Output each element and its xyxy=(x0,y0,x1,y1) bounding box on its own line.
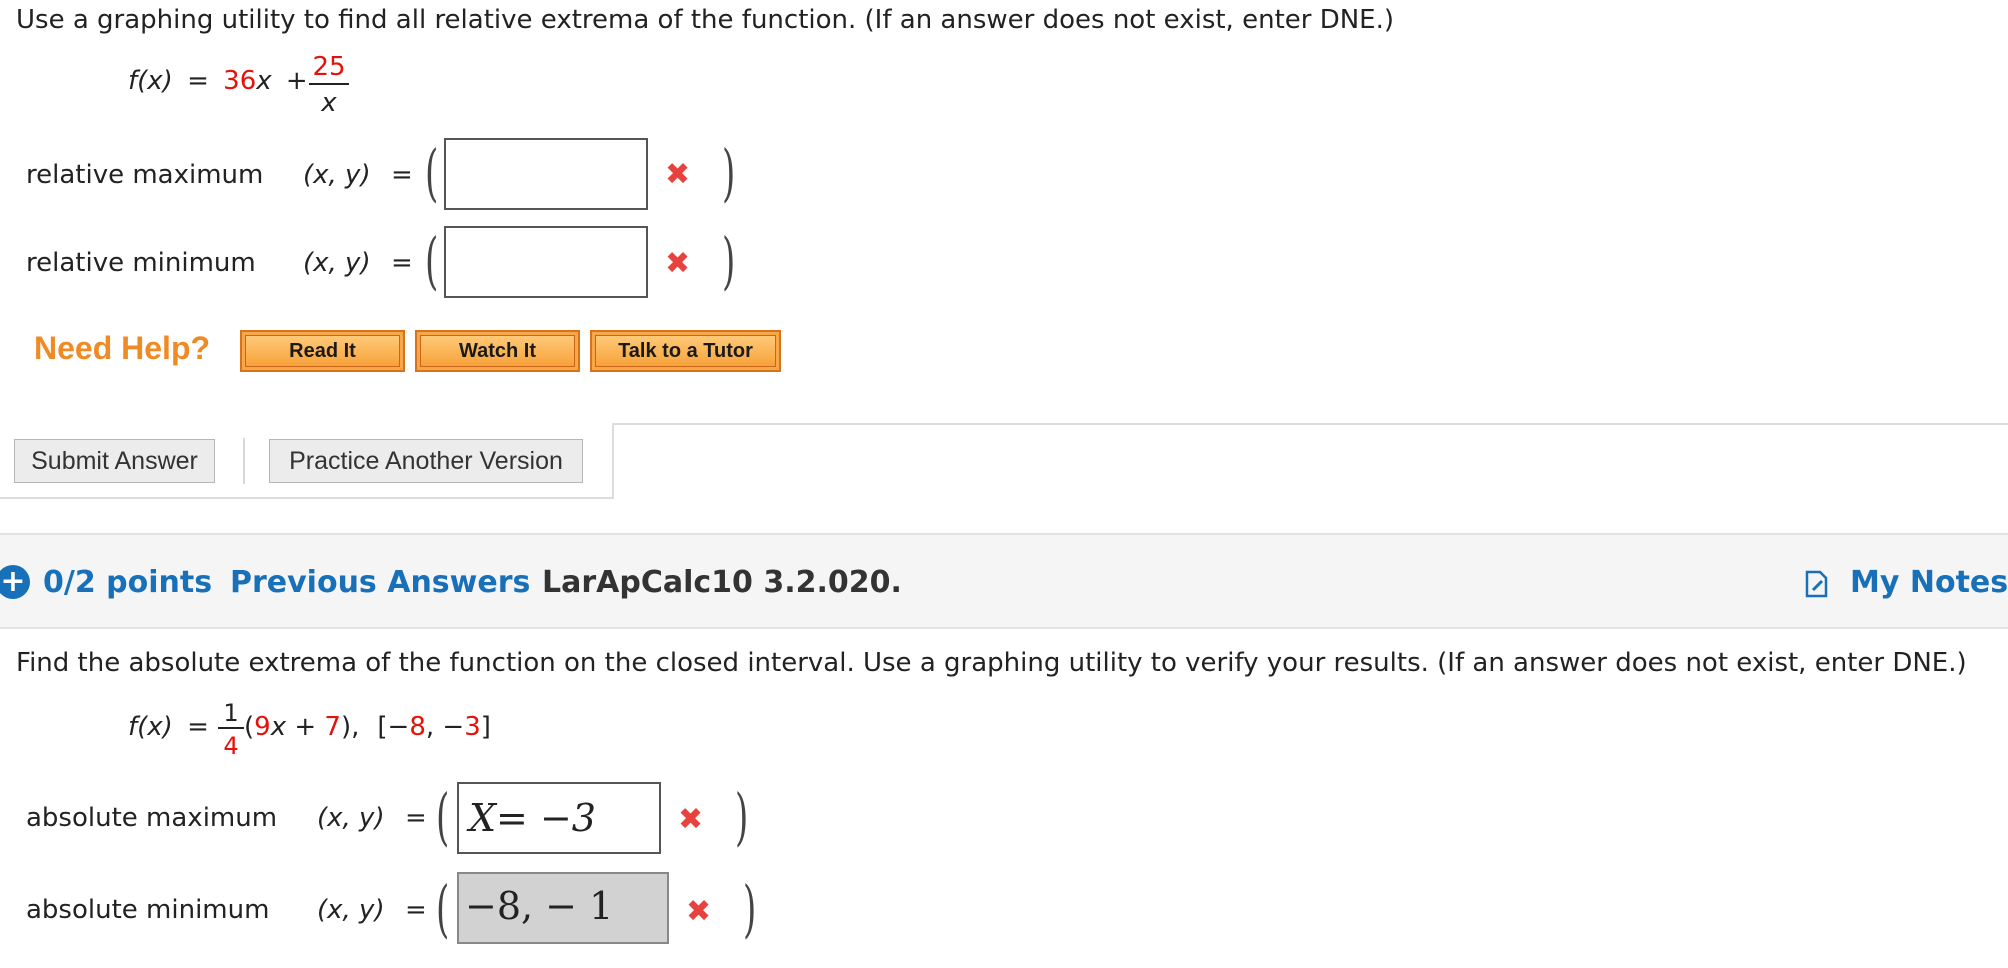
close-paren: ) xyxy=(722,224,736,297)
divider xyxy=(612,423,2008,425)
equals-sign: = xyxy=(405,895,427,925)
fn-numerator: 25 xyxy=(312,52,346,82)
need-help-label: Need Help? xyxy=(34,330,211,366)
xy-label: (x, y) xyxy=(317,803,385,833)
points-score: 0/2 points xyxy=(43,565,213,600)
absolute-maximum-input[interactable]: X= −3 xyxy=(457,782,661,854)
open-paren: ( xyxy=(436,780,450,853)
q1-instruction: Use a graphing utility to find all relat… xyxy=(16,5,1395,35)
talk-to-tutor-button[interactable]: Talk to a Tutor xyxy=(590,330,781,372)
fn-name: f(x) xyxy=(128,712,173,742)
q2-function-body: (9x + 7), [−8, −3] xyxy=(244,712,491,742)
wrong-x-icon: ✖ xyxy=(665,246,691,281)
watch-it-button[interactable]: Watch It xyxy=(415,330,580,372)
absolute-minimum-label: absolute minimum xyxy=(26,895,270,925)
wrong-x-icon: ✖ xyxy=(678,802,704,837)
equals-sign: = xyxy=(391,160,413,190)
equals-sign: = xyxy=(405,803,427,833)
fn-equals: = xyxy=(187,66,209,96)
notes-icon[interactable] xyxy=(1804,570,1830,602)
relative-minimum-label: relative minimum xyxy=(26,248,256,278)
close-paren: ) xyxy=(722,136,736,209)
relative-maximum-input[interactable] xyxy=(444,138,648,210)
equals-sign: = xyxy=(391,248,413,278)
xy-label: (x, y) xyxy=(317,895,385,925)
absolute-maximum-label: absolute maximum xyxy=(26,803,278,833)
q1-function: f(x) = 36x + xyxy=(128,64,308,98)
plus-circle-icon[interactable]: + xyxy=(0,565,30,599)
relative-maximum-label: relative maximum xyxy=(26,160,264,190)
read-it-button[interactable]: Read It xyxy=(240,330,405,372)
previous-answers-link[interactable]: Previous Answers xyxy=(230,563,530,603)
relative-minimum-input[interactable] xyxy=(444,226,648,298)
fn-coef: 36 xyxy=(223,66,257,96)
wrong-x-icon: ✖ xyxy=(686,894,712,929)
frac-numerator: 1 xyxy=(223,699,239,727)
open-paren: ( xyxy=(425,224,439,297)
absolute-minimum-input[interactable]: −8, − 1 xyxy=(457,872,669,944)
fn-x: x xyxy=(256,66,272,96)
xy-label: (x, y) xyxy=(303,248,371,278)
fraction-bar xyxy=(309,83,349,85)
my-notes-link[interactable]: My Notes xyxy=(1850,563,2008,603)
practice-another-version-button[interactable]: Practice Another Version xyxy=(269,439,583,483)
question-code: LarApCalc10 3.2.020. xyxy=(542,565,902,600)
q2-function: f(x) = xyxy=(128,710,215,744)
frac-denominator: 4 xyxy=(223,732,239,760)
divider xyxy=(0,497,614,499)
xy-label: (x, y) xyxy=(303,160,371,190)
q2-instruction: Find the absolute extrema of the functio… xyxy=(16,648,1967,678)
open-paren: ( xyxy=(436,872,450,945)
divider xyxy=(612,423,614,499)
open-paren: ( xyxy=(425,136,439,209)
close-paren: ) xyxy=(743,872,757,945)
fn-plus: + xyxy=(285,66,308,96)
separator xyxy=(243,438,245,484)
fn-equals: = xyxy=(187,712,209,742)
close-paren: ) xyxy=(735,780,749,853)
fn-denominator: x xyxy=(321,88,337,118)
wrong-x-icon: ✖ xyxy=(665,157,691,192)
submit-answer-button[interactable]: Submit Answer xyxy=(14,439,215,483)
fn-name: f(x) xyxy=(128,66,173,96)
